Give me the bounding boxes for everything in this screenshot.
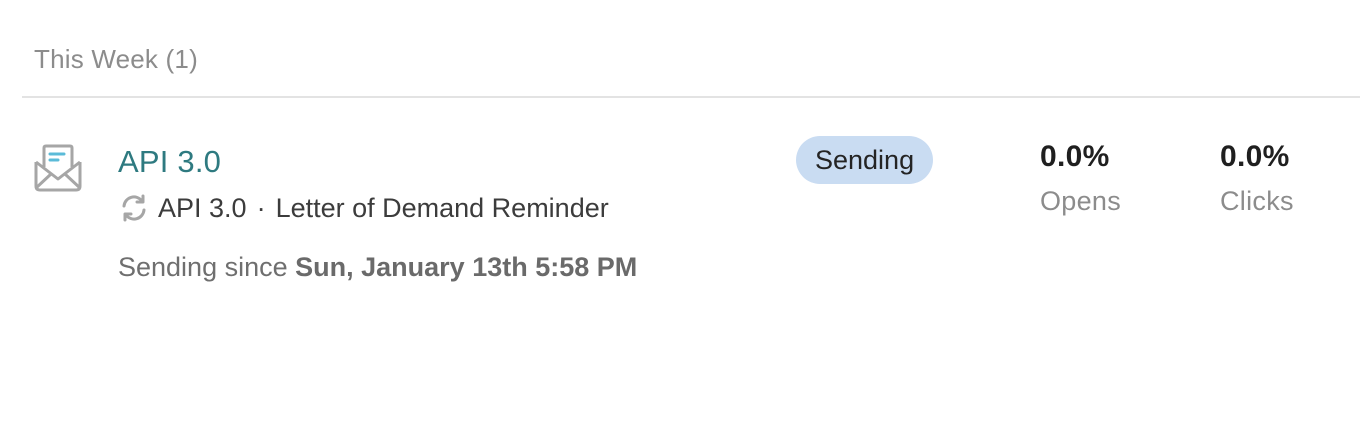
sending-since-label: Sending since — [118, 252, 288, 282]
clicks-label: Clicks — [1220, 186, 1294, 216]
opens-value: 0.0% — [1040, 140, 1110, 173]
section-header: This Week (1) — [34, 44, 198, 74]
stat-clicks: 0.0% Clicks — [1220, 140, 1294, 217]
campaign-parent-name: API 3.0 — [158, 192, 247, 223]
envelope-open-icon — [32, 142, 84, 194]
campaign-name-link[interactable]: API 3.0 — [118, 144, 221, 180]
stat-opens: 0.0% Opens — [1040, 140, 1121, 217]
sending-since: Sending since Sun, January 13th 5:58 PM — [118, 252, 637, 283]
campaign-row: API 3.0 API 3.0 · Letter of Demand Remin… — [0, 98, 1360, 318]
repeat-icon — [118, 192, 150, 224]
campaign-subtitle: API 3.0 · Letter of Demand Reminder — [118, 192, 609, 224]
opens-label: Opens — [1040, 186, 1122, 216]
subtitle-separator: · — [256, 192, 266, 223]
sending-since-date: Sun, January 13th 5:58 PM — [295, 252, 638, 282]
status-badge: Sending — [796, 136, 934, 184]
campaign-list: This Week (1) API 3.0 API 3.0 · Letter o… — [0, 0, 1360, 432]
clicks-value: 0.0% — [1220, 140, 1290, 173]
campaign-type: Letter of Demand Reminder — [275, 192, 609, 223]
